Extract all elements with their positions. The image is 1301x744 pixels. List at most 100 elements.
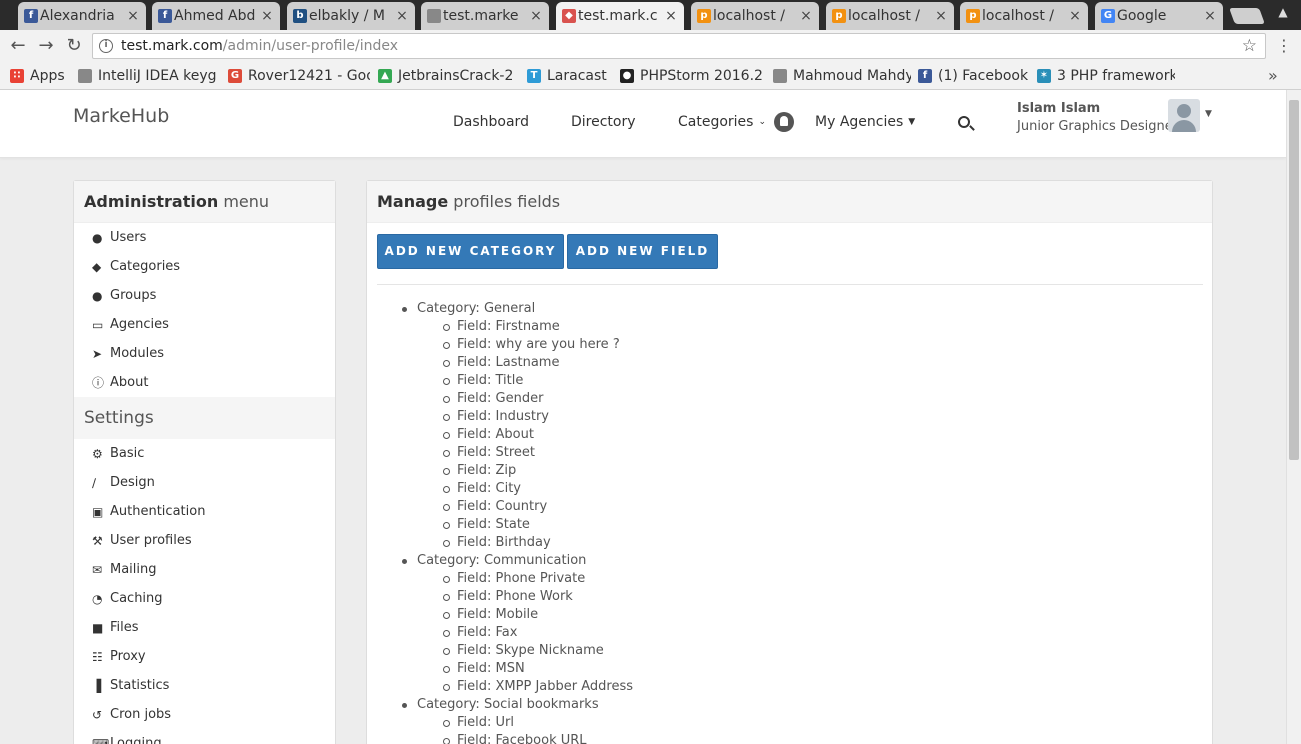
browser-tab[interactable]: f Alexandria × [18, 2, 146, 30]
browser-menu-icon[interactable]: ⋮ [1276, 36, 1292, 55]
field-item[interactable]: Field: Phone Work [417, 588, 633, 606]
sidebar-item-users[interactable]: ● Users [74, 223, 335, 252]
field-item[interactable]: Field: Street [417, 444, 633, 462]
forward-arrow-icon[interactable]: → [36, 36, 56, 56]
browser-tab[interactable]: p localhost / × [826, 2, 954, 30]
browser-tab[interactable]: f Ahmed Abd × [152, 2, 280, 30]
close-tab-icon[interactable]: × [529, 8, 543, 24]
bookmark-item[interactable]: G Rover12421 - Goo [228, 67, 370, 85]
nav-directory[interactable]: Directory [571, 114, 636, 130]
field-item[interactable]: Field: Birthday [417, 534, 633, 552]
add-new-field-button[interactable]: ADD NEW FIELD [567, 234, 718, 269]
field-item[interactable]: Field: City [417, 480, 633, 498]
bookmark-item[interactable]: IntelliJ IDEA keyg [78, 67, 218, 85]
field-item[interactable]: Field: About [417, 426, 633, 444]
scrollbar-thumb[interactable] [1289, 100, 1299, 460]
bookmark-item[interactable]: ✶ 3 PHP framework [1037, 67, 1175, 85]
category-item[interactable]: Category: Social bookmarks [401, 696, 633, 714]
bookmark-label: Rover12421 - Goo [248, 68, 370, 84]
close-tab-icon[interactable]: × [1203, 8, 1217, 24]
field-item[interactable]: Field: Mobile [417, 606, 633, 624]
user-name[interactable]: Islam Islam [1017, 101, 1100, 116]
field-item[interactable]: Field: Phone Private [417, 570, 633, 588]
brand-logo[interactable]: MarkeHub [73, 105, 169, 127]
field-item[interactable]: Field: Gender [417, 390, 633, 408]
field-item[interactable]: Field: Skype Nickname [417, 642, 633, 660]
notification-bell-icon[interactable] [774, 112, 794, 132]
field-item[interactable]: Field: Country [417, 498, 633, 516]
sidebar-item-agencies[interactable]: ▭ Agencies [74, 310, 335, 339]
bookmark-item[interactable]: ∷ Apps [10, 67, 70, 85]
add-new-category-button[interactable]: ADD NEW CATEGORY [377, 234, 564, 269]
user-menu-caret-icon[interactable]: ▼ [1205, 109, 1212, 119]
close-tab-icon[interactable]: × [934, 8, 948, 24]
sidebar-item-groups[interactable]: ● Groups [74, 281, 335, 310]
site-info-icon[interactable]: i [99, 39, 113, 53]
sidebar-item-authentication[interactable]: ▣ Authentication [74, 497, 335, 526]
browser-tab[interactable]: G Google × [1095, 2, 1223, 30]
chevron-more-icon[interactable]: » [1268, 66, 1278, 85]
sidebar-item-caching[interactable]: ◔ Caching [74, 584, 335, 613]
sidebar-item-mailing[interactable]: ✉ Mailing [74, 555, 335, 584]
bookmark-item[interactable]: ▲ JetbrainsCrack-2 [378, 67, 516, 85]
sidebar-item-basic[interactable]: ⚙ Basic [74, 439, 335, 468]
bookmark-label: IntelliJ IDEA keyg [98, 68, 217, 84]
field-item[interactable]: Field: Industry [417, 408, 633, 426]
url-text[interactable]: test.mark.com/admin/user-profile/index [121, 38, 398, 54]
field-item[interactable]: Field: State [417, 516, 633, 534]
category-item[interactable]: Category: General [401, 300, 633, 318]
close-tab-icon[interactable]: × [395, 8, 409, 24]
close-tab-icon[interactable]: × [126, 8, 140, 24]
sidebar-item-statistics[interactable]: ▐ Statistics [74, 671, 335, 700]
sidebar-item-proxy[interactable]: ☷ Proxy [74, 642, 335, 671]
field-item[interactable]: Field: Title [417, 372, 633, 390]
page-scrollbar[interactable] [1286, 90, 1301, 744]
field-item[interactable]: Field: Facebook URL [417, 732, 633, 744]
field-item[interactable]: Field: Firstname [417, 318, 633, 336]
browser-tab[interactable]: ◆ test.mark.c × [556, 2, 684, 30]
sidebar-item-logging[interactable]: ⌨ Logging [74, 729, 335, 744]
close-tab-icon[interactable]: × [799, 8, 813, 24]
close-tab-icon[interactable]: × [260, 8, 274, 24]
address-bar[interactable]: i test.mark.com/admin/user-profile/index… [92, 33, 1266, 59]
avatar[interactable] [1168, 99, 1200, 132]
browser-tab[interactable]: b elbakly / M × [287, 2, 415, 30]
field-item[interactable]: Field: XMPP Jabber Address [417, 678, 633, 696]
category-item[interactable]: Category: Communication [401, 552, 633, 570]
sidebar-item-files[interactable]: ■ Files [74, 613, 335, 642]
browser-tab[interactable]: p localhost / × [960, 2, 1088, 30]
search-icon[interactable] [958, 116, 970, 128]
sidebar-item-categories[interactable]: ◆ Categories [74, 252, 335, 281]
close-tab-icon[interactable]: × [1068, 8, 1082, 24]
sidebar-item-label: Basic [110, 446, 145, 461]
field-item[interactable]: Field: Fax [417, 624, 633, 642]
back-arrow-icon[interactable]: ← [8, 36, 28, 56]
field-item[interactable]: Field: Lastname [417, 354, 633, 372]
reload-icon[interactable]: ↻ [64, 36, 84, 56]
browser-tab[interactable]: test.marke × [421, 2, 549, 30]
sidebar-item-about[interactable]: ⓘ About [74, 368, 335, 397]
profile-icon[interactable]: ▲ [1276, 5, 1290, 19]
close-tab-icon[interactable]: × [664, 8, 678, 24]
sidebar-item-user-profiles[interactable]: ⚒ User profiles [74, 526, 335, 555]
browser-tab[interactable]: p localhost / × [691, 2, 819, 30]
page-icon [78, 69, 92, 83]
bookmark-item[interactable]: T Laracast [527, 67, 613, 85]
bookmark-item[interactable]: ● PHPStorm 2016.2 [620, 67, 766, 85]
sidebar-heading: Administration menu [74, 181, 335, 223]
sidebar-item-modules[interactable]: ➤ Modules [74, 339, 335, 368]
new-tab-button[interactable] [1229, 8, 1265, 24]
bookmark-star-icon[interactable]: ☆ [1242, 36, 1257, 56]
field-item[interactable]: Field: Zip [417, 462, 633, 480]
bookmark-item[interactable]: f (1) Facebook [918, 67, 1030, 85]
nav-dashboard[interactable]: Dashboard [453, 114, 529, 130]
nav-agencies-dropdown[interactable]: My Agencies ▼ [815, 114, 915, 130]
field-item[interactable]: Field: why are you here ? [417, 336, 633, 354]
bookmark-item[interactable]: Mahmoud Mahdy [773, 67, 911, 85]
sidebar-item-design[interactable]: ∕ Design [74, 468, 335, 497]
field-item[interactable]: Field: Url [417, 714, 633, 732]
sidebar-item-cron-jobs[interactable]: ↺ Cron jobs [74, 700, 335, 729]
phpmyadmin-icon: p [832, 9, 846, 23]
nav-categories-dropdown[interactable]: Categories ⌄ [678, 114, 766, 130]
field-item[interactable]: Field: MSN [417, 660, 633, 678]
